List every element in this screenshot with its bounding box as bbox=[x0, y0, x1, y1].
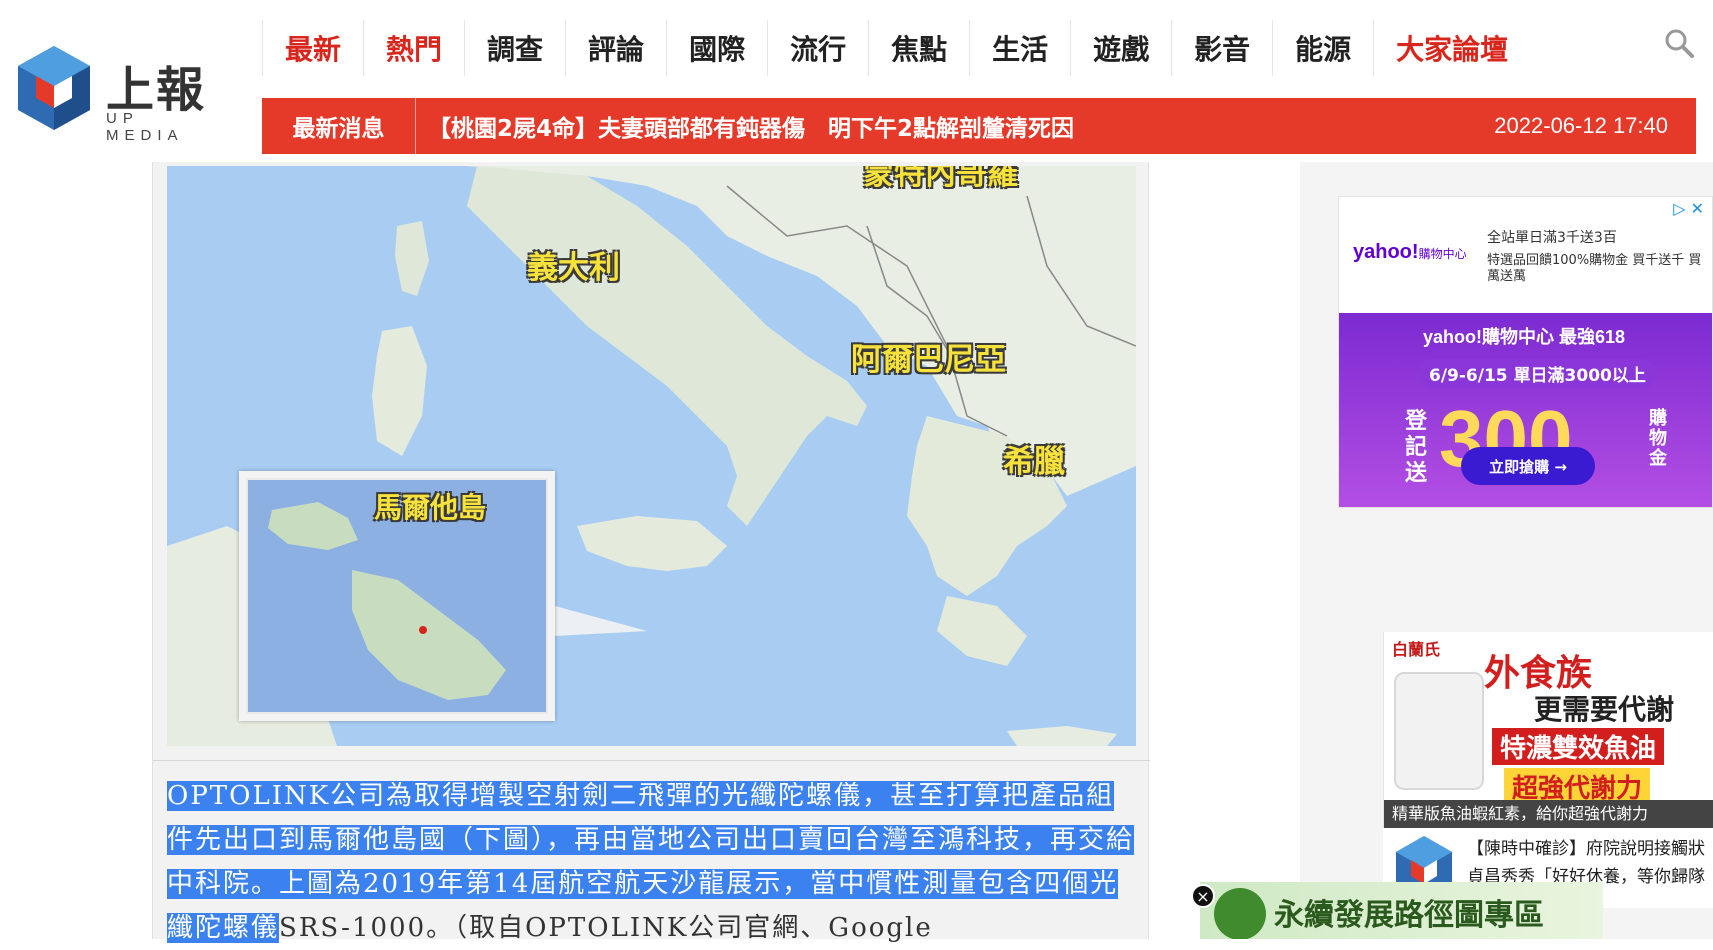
logo-text-en: UP MEDIA bbox=[106, 110, 184, 144]
article-column: 蒙特內哥羅 義大利 阿爾巴尼亞 希臘 馬爾他島 OPTOLINK公司為取得增製空… bbox=[152, 162, 1150, 943]
fishoil-bar: 精華版魚油蝦紅素，給你超強代謝力 bbox=[1384, 800, 1713, 828]
product-bottle-image bbox=[1394, 672, 1484, 790]
ticker-headline[interactable]: 【桃園2屍4命】夫妻頭部都有鈍器傷 明下午2點解剖釐清死因 bbox=[416, 109, 1494, 143]
yahoo-shopping-ad[interactable]: ▷ ✕ yahoo!購物中心 全站單日滿3千送3百 特選品回饋100%購物金 買… bbox=[1338, 196, 1713, 508]
logo-cube-icon bbox=[18, 46, 90, 130]
yahoo-banner-brand: yahoo!購物中心 最強618 bbox=[1423, 327, 1626, 347]
tree-icon bbox=[1214, 888, 1266, 939]
fishoil-line3: 特濃雙效魚油 bbox=[1492, 728, 1665, 765]
sustainability-banner[interactable]: 永續發展路徑圖專區 bbox=[1200, 882, 1603, 939]
fishoil-brand: 白蘭氏 bbox=[1392, 640, 1441, 659]
site-header: 上報 UP MEDIA 最新 熱門 調查 評論 國際 流行 焦點 生活 遊戲 影… bbox=[0, 0, 1713, 162]
image-caption: OPTOLINK公司為取得增製空射劍二飛彈的光纖陀螺儀，甚至打算把產品組件先出口… bbox=[167, 774, 1137, 950]
main-nav: 最新 熱門 調查 評論 國際 流行 焦點 生活 遊戲 影音 能源 大家論壇 bbox=[262, 20, 1530, 76]
news-ticker: 最新消息 【桃園2屍4命】夫妻頭部都有鈍器傷 明下午2點解剖釐清死因 2022-… bbox=[262, 98, 1696, 154]
nav-item-focus[interactable]: 焦點 bbox=[868, 20, 969, 76]
nav-item-latest[interactable]: 最新 bbox=[262, 20, 363, 76]
nav-item-trend[interactable]: 流行 bbox=[767, 20, 868, 76]
adchoices-icon[interactable]: ▷ ✕ bbox=[1673, 199, 1704, 218]
ticker-timestamp: 2022-06-12 17:40 bbox=[1494, 113, 1668, 138]
yahoo-banner-right: 購物金 bbox=[1649, 408, 1667, 469]
malta-inset-map: 馬爾他島 bbox=[239, 471, 555, 721]
fishoil-line2: 更需要代謝 bbox=[1534, 693, 1675, 726]
article-map-image: 蒙特內哥羅 義大利 阿爾巴尼亞 希臘 馬爾他島 bbox=[167, 166, 1136, 746]
yahoo-banner-dates: 6/9-6/15 單日滿3000以上 bbox=[1419, 359, 1656, 388]
sustainability-banner-text: 永續發展路徑圖專區 bbox=[1274, 898, 1544, 933]
yahoo-ad-header: ▷ ✕ yahoo!購物中心 全站單日滿3千送3百 特選品回饋100%購物金 買… bbox=[1339, 197, 1712, 313]
site-logo[interactable]: 上報 UP MEDIA bbox=[14, 44, 214, 144]
nav-item-investigation[interactable]: 調查 bbox=[464, 20, 565, 76]
search-icon[interactable] bbox=[1664, 28, 1694, 58]
map-label-malta: 馬爾他島 bbox=[374, 491, 487, 524]
nav-item-energy[interactable]: 能源 bbox=[1272, 20, 1373, 76]
ticker-label: 最新消息 bbox=[262, 98, 416, 154]
yahoo-ad-banner[interactable]: yahoo!購物中心 最強618 6/9-6/15 單日滿3000以上 登記送 … bbox=[1339, 313, 1712, 507]
nav-item-hot[interactable]: 熱門 bbox=[363, 20, 464, 76]
yahoo-buy-now-button[interactable]: 立即搶購 → bbox=[1461, 447, 1595, 485]
yahoo-brand: yahoo!購物中心 bbox=[1353, 241, 1467, 263]
yahoo-ad-line1: 全站單日滿3千送3百 bbox=[1487, 230, 1617, 246]
nav-item-life[interactable]: 生活 bbox=[969, 20, 1070, 76]
caption-divider bbox=[153, 760, 1150, 761]
related-news-line1: 【陳時中確診】府院說明接觸狀 bbox=[1467, 839, 1705, 859]
nav-item-international[interactable]: 國際 bbox=[666, 20, 767, 76]
close-banner-button[interactable]: × bbox=[1191, 884, 1215, 908]
nav-item-opinion[interactable]: 評論 bbox=[565, 20, 666, 76]
nav-item-forum[interactable]: 大家論壇 bbox=[1373, 20, 1530, 76]
nav-item-video[interactable]: 影音 bbox=[1171, 20, 1272, 76]
nav-item-games[interactable]: 遊戲 bbox=[1070, 20, 1171, 76]
yahoo-ad-line2: 特選品回饋100%購物金 買千送千 買萬送萬 bbox=[1487, 253, 1702, 284]
fish-oil-ad[interactable]: 白蘭氏 外食族 更需要代謝 特濃雙效魚油 超強代謝力 精華版魚油蝦紅素，給你超強… bbox=[1383, 632, 1713, 828]
